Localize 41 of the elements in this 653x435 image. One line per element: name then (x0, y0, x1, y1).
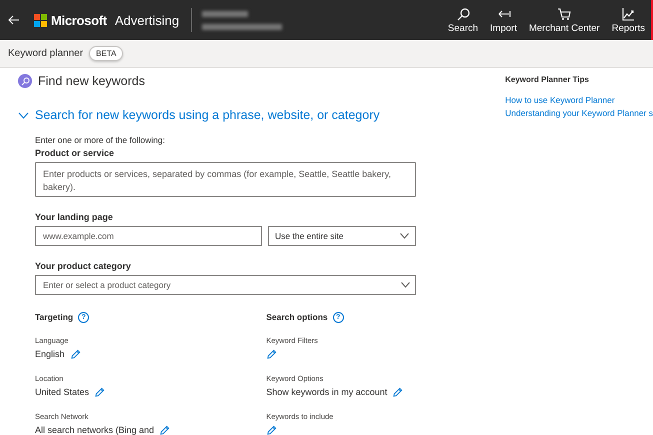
toolbar-button[interactable]: Merchant Center (526, 6, 602, 34)
field-label: Your landing page (35, 212, 114, 222)
cart-icon (557, 6, 572, 20)
group-heading: Targeting (35, 312, 74, 322)
page-name: Keyword planner (8, 48, 84, 59)
chart-icon (621, 6, 636, 20)
pencil-icon[interactable] (70, 348, 81, 360)
setting-value: All search networks (Bing and (35, 425, 154, 435)
toolbar-button[interactable]: Import (488, 6, 519, 34)
pencil-icon[interactable] (94, 386, 106, 398)
beta-badge: BETA (89, 46, 124, 61)
scope-dropdown[interactable]: Use the entire site (268, 226, 416, 246)
setting-value: English (35, 349, 65, 359)
windows-logo-icon (34, 14, 47, 26)
pencil-icon[interactable] (159, 424, 170, 435)
setting-value: Show keywords in my account (266, 387, 388, 397)
pencil-icon[interactable] (266, 424, 278, 435)
field-label: Your product category (35, 261, 132, 271)
section-toggle[interactable]: Search for new keywords using a phrase, website, or category (18, 107, 380, 123)
field-label: Product or service (35, 148, 116, 158)
product-input-field[interactable]: Enter products or services, separated by commas (for example, Seattle, Seattle bakery, bakery). (35, 162, 416, 197)
pencil-icon[interactable] (266, 348, 278, 360)
search-icon (18, 74, 32, 88)
tips-heading: Keyword Planner Tips (505, 75, 590, 84)
tip-link[interactable]: Understanding your Keyword Planner s (505, 108, 653, 118)
category-combo-box[interactable]: Enter or select a product category (35, 275, 416, 295)
toolbar-button[interactable]: Reports (610, 6, 647, 34)
page-heading: Find new keywords (38, 74, 145, 88)
search-icon (456, 6, 470, 20)
product-name: Advertising (114, 12, 180, 28)
setting-value: United States (35, 387, 90, 397)
pencil-icon[interactable] (392, 386, 404, 398)
chevron-down-icon[interactable] (401, 282, 410, 288)
toolbar-button[interactable]: Search (446, 6, 480, 34)
back-arrow-icon[interactable] (8, 15, 20, 25)
url-input-field[interactable]: www.example.com (35, 226, 262, 246)
group-heading: Search options (266, 312, 328, 322)
instruction-text: Enter one or more of the following: (35, 135, 166, 145)
chevron-down-icon (400, 233, 409, 239)
tip-link[interactable]: How to use Keyword Planner (505, 95, 653, 105)
brand-name: Microsoft (51, 12, 107, 28)
